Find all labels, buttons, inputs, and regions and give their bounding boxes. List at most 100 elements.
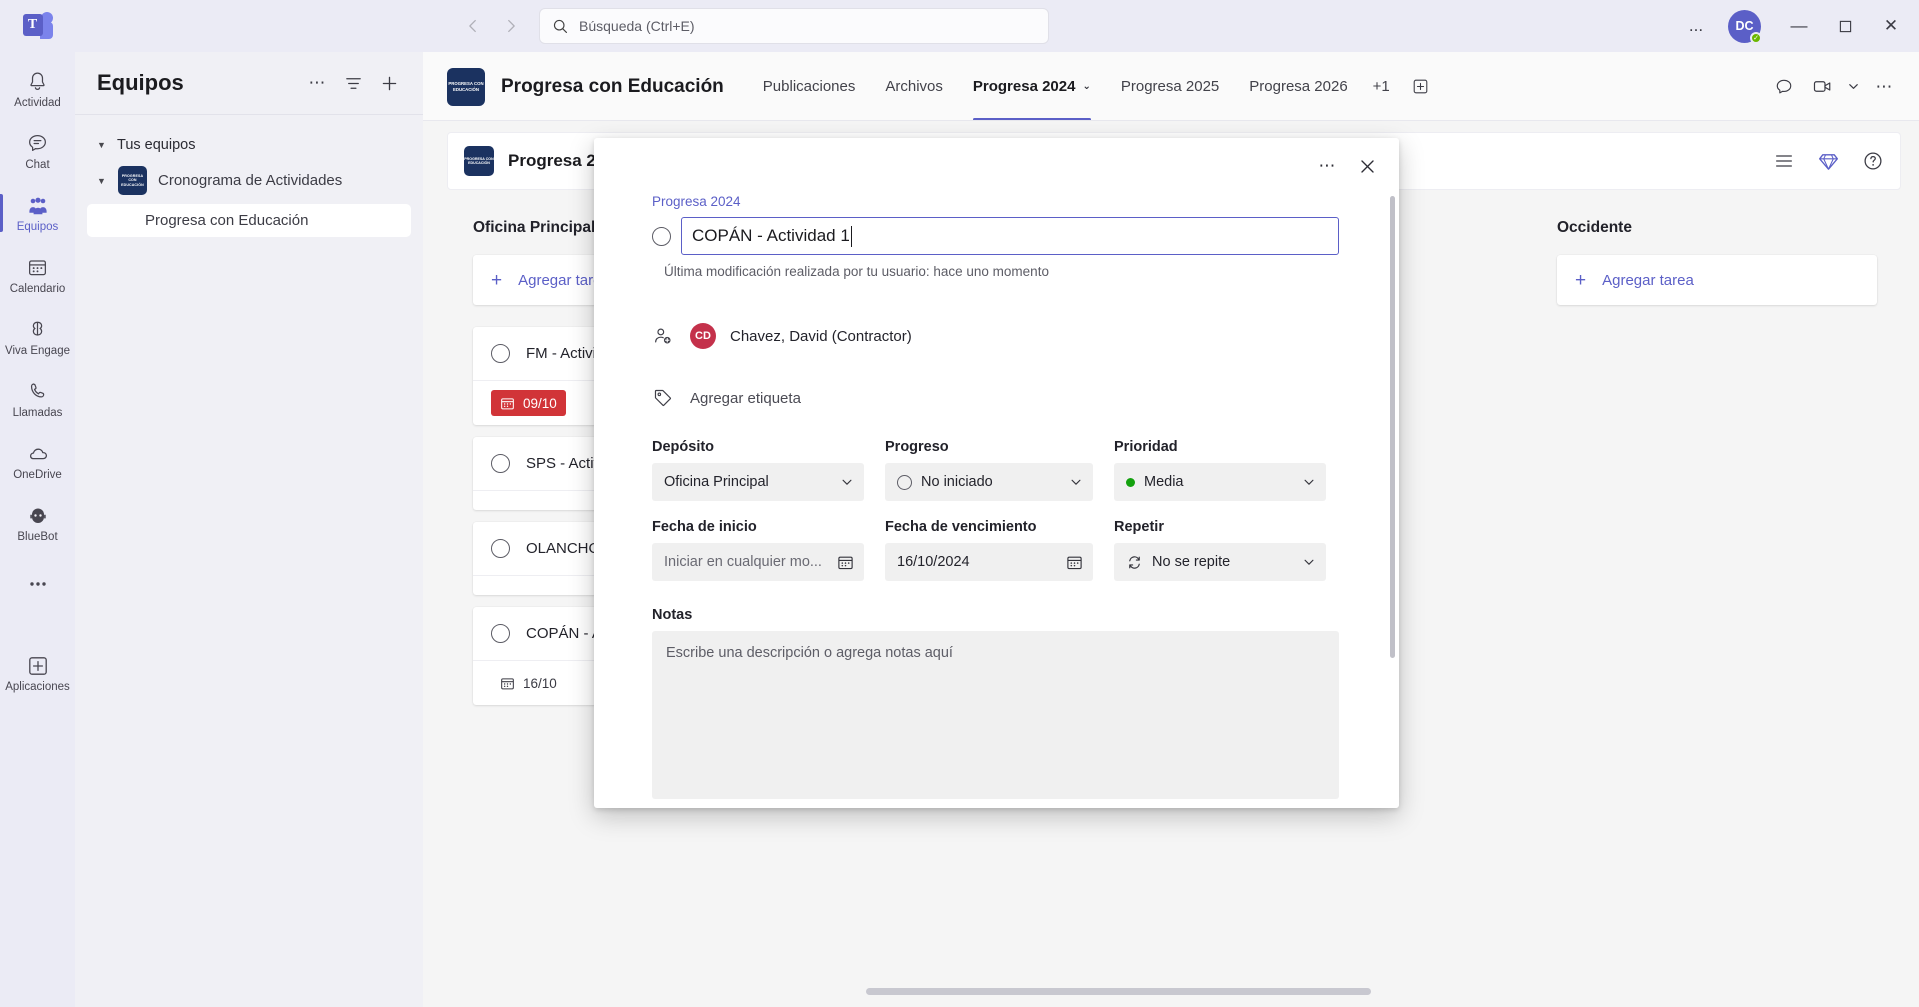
fecha-inicio-input[interactable]: Iniciar en cualquier mo... (652, 543, 864, 581)
rail-label-viva-engage: Viva Engage (4, 344, 70, 357)
tab-overflow-count[interactable]: +1 (1363, 52, 1396, 121)
task-complete-checkbox[interactable] (491, 624, 510, 643)
search-input[interactable]: Búsqueda (Ctrl+E) (579, 18, 695, 34)
titlebar-more-button[interactable]: ... (1674, 10, 1718, 42)
notes-textarea[interactable]: Escribe una descripción o agrega notas a… (652, 631, 1339, 799)
prioridad-select[interactable]: Media (1114, 463, 1326, 501)
chat-icon (26, 131, 49, 157)
avatar[interactable]: DC ✓ (1728, 9, 1762, 44)
add-label-text[interactable]: Agregar etiqueta (690, 390, 801, 407)
teams-group-header[interactable]: ▼ Tus equipos (75, 131, 423, 159)
rail-item-bluebot[interactable]: BlueBot (0, 492, 75, 554)
dialog-more-button[interactable]: ⋯ (1311, 150, 1343, 182)
tab-label: Archivos (885, 78, 943, 95)
plus-icon: + (491, 269, 503, 291)
sidebar-more-button[interactable]: ⋯ (301, 67, 333, 99)
tab-archivos[interactable]: Archivos (870, 52, 958, 121)
rail-item-chat[interactable]: Chat (0, 120, 75, 182)
board-horizontal-scrollbar[interactable] (866, 988, 1371, 995)
rail-item-equipos[interactable]: Equipos (0, 182, 75, 244)
video-call-icon[interactable] (1805, 71, 1839, 103)
close-window-button[interactable]: ✕ (1869, 10, 1913, 42)
rail-item-onedrive[interactable]: OneDrive (0, 430, 75, 492)
rail-item-aplicaciones[interactable]: Aplicaciones (0, 642, 75, 704)
add-team-button[interactable] (373, 67, 405, 99)
breadcrumb[interactable]: Progresa 2024 (652, 194, 1339, 209)
rail-item-llamadas[interactable]: Llamadas (0, 368, 75, 430)
assignee-row[interactable]: CD Chavez, David (Contractor) (652, 323, 1339, 349)
tab-progresa-2024[interactable]: Progresa 2024 ⌄ (958, 52, 1106, 121)
chevron-down-icon[interactable]: ▼ (97, 176, 107, 186)
viva-engage-icon (26, 317, 49, 343)
rail-item-more-apps[interactable] (0, 554, 75, 616)
rail-item-viva-engage[interactable]: Viva Engage (0, 306, 75, 368)
sidebar-header: Equipos ⋯ (75, 52, 423, 114)
filter-icon[interactable] (337, 67, 369, 99)
task-complete-checkbox[interactable] (491, 539, 510, 558)
back-button[interactable] (457, 10, 489, 42)
chat-icon[interactable] (1767, 71, 1801, 103)
sidebar-item-progresa-con-educacion[interactable]: Progresa con Educación (87, 204, 411, 237)
planner-toolbar-actions (1773, 150, 1884, 173)
calendar-icon[interactable] (1066, 554, 1083, 571)
help-icon[interactable] (1862, 150, 1884, 172)
repetir-select[interactable]: No se repite (1114, 543, 1326, 581)
list-view-icon[interactable] (1773, 150, 1795, 172)
calendar-icon (500, 676, 515, 691)
channel-name: Progresa con Educación (145, 212, 309, 229)
add-assignee-icon[interactable] (652, 325, 676, 347)
add-task-button[interactable]: + Agregar tarea (1557, 255, 1877, 305)
calendar-icon (26, 255, 49, 281)
minimize-button[interactable]: — (1777, 10, 1821, 42)
due-date-chip[interactable]: 16/10 (491, 670, 566, 696)
due-date-text: 09/10 (523, 395, 557, 411)
tab-progresa-2026[interactable]: Progresa 2026 (1234, 52, 1362, 121)
navigation-arrows (457, 10, 527, 42)
task-complete-checkbox[interactable] (652, 226, 671, 246)
app-rail: Actividad Chat Equipos Calendario Viva E… (0, 52, 75, 1007)
task-complete-checkbox[interactable] (491, 344, 510, 363)
team-avatar: PROGRESA CON EDUCACIÓN (118, 166, 147, 195)
chevron-down-icon[interactable]: ⌄ (1082, 81, 1090, 92)
field-prioridad: Prioridad Media (1114, 439, 1326, 501)
rail-item-actividad[interactable]: Actividad (0, 58, 75, 120)
field-grid-row-1: Depósito Oficina Principal Progreso No i… (652, 439, 1339, 501)
planner-avatar-line2: EDUCACIÓN (468, 161, 490, 165)
task-complete-checkbox[interactable] (491, 454, 510, 473)
tab-label: +1 (1372, 78, 1390, 95)
dialog-body: Progresa 2024 COPÁN - Actividad 1 Última… (594, 194, 1399, 799)
assignee-name: Chavez, David (Contractor) (730, 327, 912, 345)
search-box[interactable]: Búsqueda (Ctrl+E) (539, 8, 1049, 44)
field-repetir: Repetir No se repite (1114, 519, 1326, 581)
chevron-down-icon (1302, 475, 1316, 489)
rail-item-calendario[interactable]: Calendario (0, 244, 75, 306)
cloud-icon (26, 441, 50, 467)
tab-label: Progresa 2026 (1249, 78, 1348, 95)
tag-icon (652, 387, 676, 409)
fecha-vencimiento-input[interactable]: 16/10/2024 (885, 543, 1093, 581)
team-row-cronograma[interactable]: ▼ PROGRESA CON EDUCACIÓN Cronograma de A… (75, 159, 423, 202)
more-icon[interactable]: ⋯ (1867, 71, 1901, 103)
forward-button[interactable] (495, 10, 527, 42)
calendar-icon[interactable] (837, 554, 854, 571)
close-icon[interactable] (1351, 150, 1383, 182)
rail-label-chat: Chat (25, 158, 50, 171)
dialog-scrollbar-thumb[interactable] (1390, 196, 1395, 658)
premium-icon[interactable] (1817, 150, 1840, 173)
teams-sidebar: Equipos ⋯ ▼ Tus equipos ▼ PROGRESA CON E… (75, 52, 423, 1007)
tab-publicaciones[interactable]: Publicaciones (748, 52, 871, 121)
chevron-down-icon[interactable] (1843, 71, 1863, 103)
add-task-label: Agregar tarea (1602, 271, 1694, 289)
teams-logo-glyph: T (22, 12, 53, 40)
add-tab-button[interactable] (1406, 72, 1436, 102)
task-title-input[interactable]: COPÁN - Actividad 1 (681, 217, 1339, 255)
titlebar-right-controls: ... DC ✓ — ✕ (1674, 9, 1919, 44)
tab-progresa-2025[interactable]: Progresa 2025 (1106, 52, 1234, 121)
deposito-select[interactable]: Oficina Principal (652, 463, 864, 501)
progreso-select[interactable]: No iniciado (885, 463, 1093, 501)
teams-list: ▼ Tus equipos ▼ PROGRESA CON EDUCACIÓN C… (75, 115, 423, 237)
maximize-button[interactable] (1823, 10, 1867, 42)
add-label-row[interactable]: Agregar etiqueta (652, 387, 1339, 409)
field-label: Repetir (1114, 519, 1164, 535)
due-date-chip[interactable]: 09/10 (491, 390, 566, 416)
